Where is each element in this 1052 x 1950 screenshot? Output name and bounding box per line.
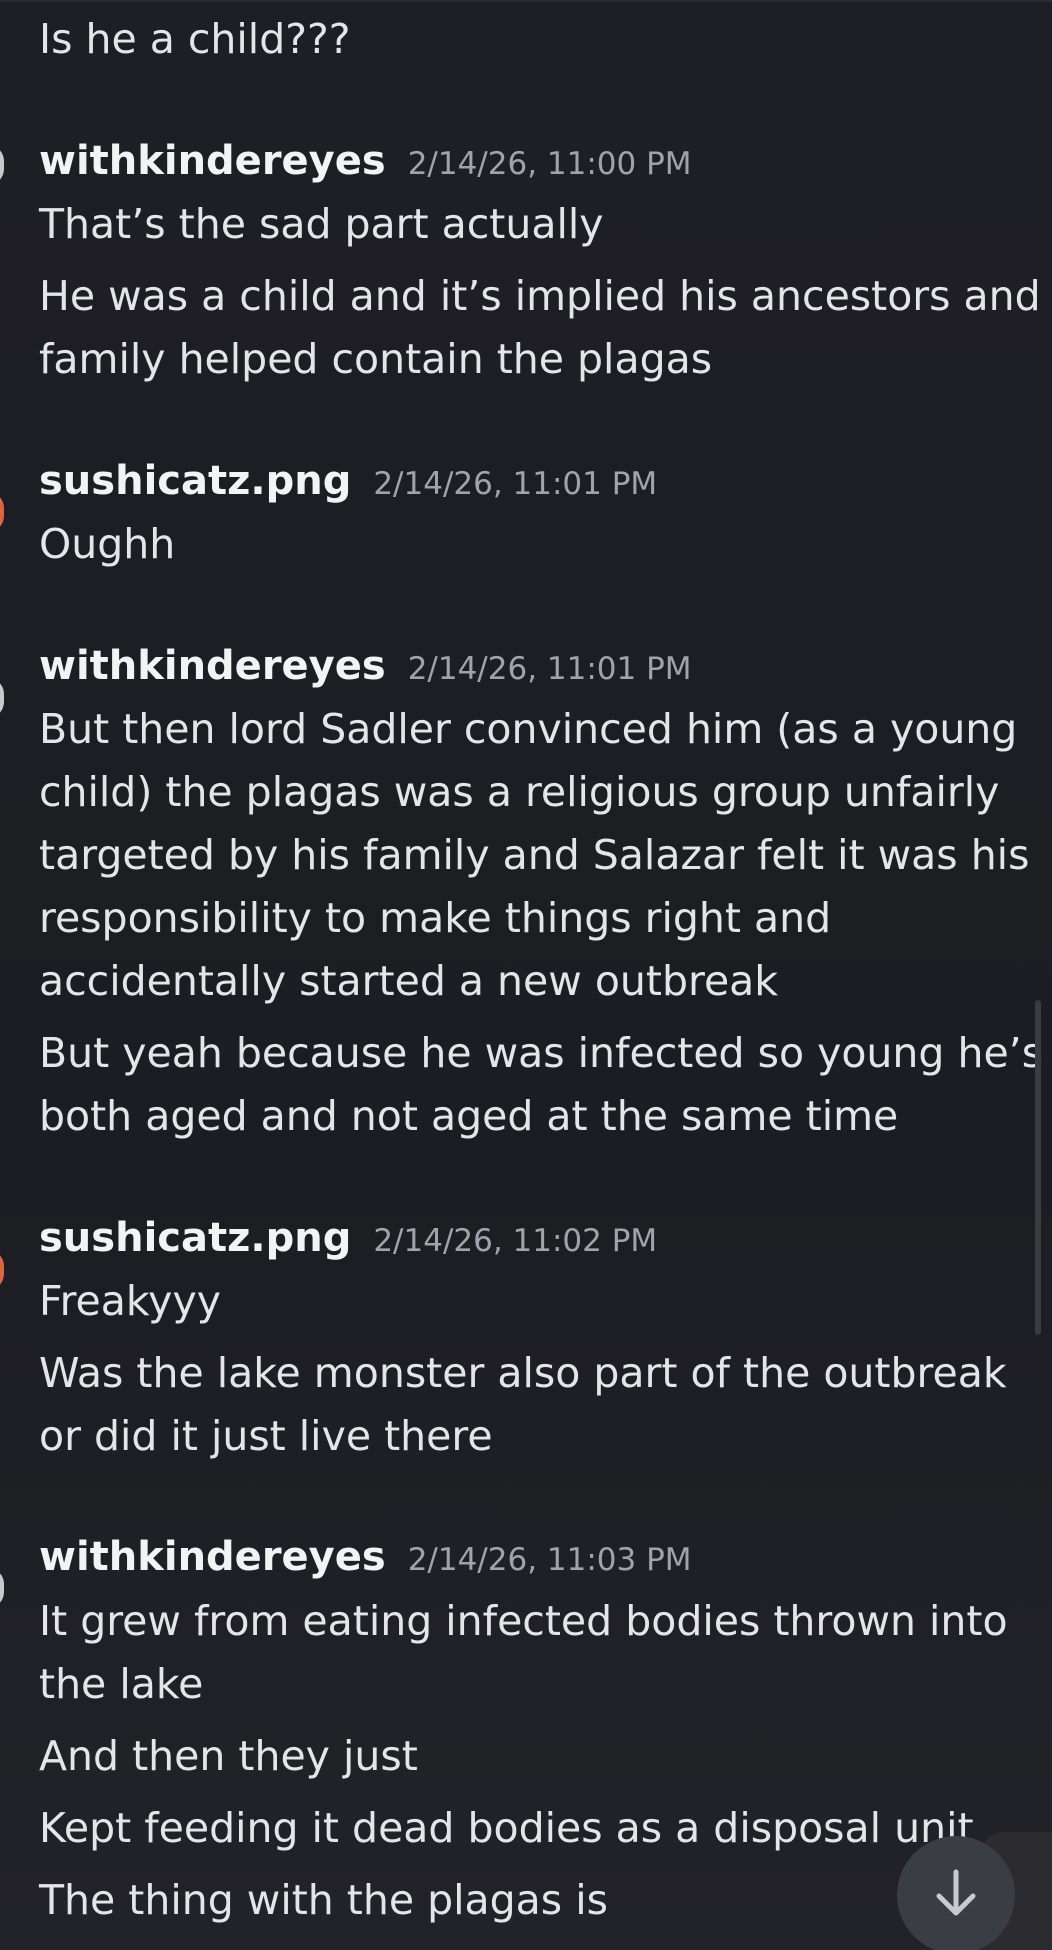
avatar[interactable] [0,492,4,532]
message-line: Kept feeding it dead bodies as a disposa… [39,1804,974,1852]
message-line: Is he a child??? [39,15,351,63]
message-line: the lake [39,1660,204,1708]
jump-to-latest-button[interactable] [897,1836,1015,1950]
chat-message-list[interactable]: Is he a child??? withkindereyes 2/14/26, … [0,0,1052,1950]
top-divider [0,0,1052,2]
username[interactable]: withkindereyes [39,643,386,689]
message-header: sushicatz.png 2/14/26, 11:01 PM [39,451,657,519]
timestamp: 2/14/26, 11:02 PM [373,1223,658,1259]
message-header: withkindereyes 2/14/26, 11:01 PM [39,636,692,704]
message-header: sushicatz.png 2/14/26, 11:02 PM [39,1208,657,1276]
username[interactable]: withkindereyes [39,138,386,184]
username[interactable]: sushicatz.png [39,1215,351,1261]
timestamp: 2/14/26, 11:01 PM [373,466,658,502]
message-line: The thing with the plagas is [39,1876,608,1924]
message-line: It grew from eating infected bodies thro… [39,1597,1008,1645]
avatar[interactable] [0,1250,4,1290]
message-line: Oughh [39,520,176,568]
message-header: withkindereyes 2/14/26, 11:00 PM [39,131,692,199]
message-line: But then lord Sadler convinced him (as a… [39,705,1018,753]
avatar[interactable] [0,678,4,718]
message-header: withkindereyes 2/14/26, 11:03 PM [39,1527,692,1595]
message-line: targeted by his family and Salazar felt … [39,831,1030,879]
message-line: Freakyyy [39,1277,221,1325]
message-line: But yeah because he was infected so youn… [39,1029,1044,1077]
message-line: both aged and not aged at the same time [39,1092,899,1140]
scrollbar-thumb[interactable] [1035,1000,1041,1335]
message-line: He was a child and it’s implied his ance… [39,272,1041,320]
username[interactable]: sushicatz.png [39,458,351,504]
username[interactable]: withkindereyes [39,1534,386,1580]
timestamp: 2/14/26, 11:03 PM [407,1542,692,1578]
message-line: Was the lake monster also part of the ou… [39,1349,1007,1397]
timestamp: 2/14/26, 11:00 PM [407,146,692,182]
arrow-down-icon [931,1866,981,1924]
message-line: accidentally started a new outbreak [39,957,779,1005]
message-line: And then they just [39,1732,418,1780]
message-line: family helped contain the plagas [39,335,713,383]
message-line: child) the plagas was a religious group … [39,768,1000,816]
timestamp: 2/14/26, 11:01 PM [407,651,692,687]
message-line: or did it just live there [39,1412,493,1460]
avatar[interactable] [0,1568,4,1608]
message-line: That’s the sad part actually [39,200,604,248]
avatar[interactable] [0,145,4,185]
message-line: responsibility to make things right and [39,894,832,942]
